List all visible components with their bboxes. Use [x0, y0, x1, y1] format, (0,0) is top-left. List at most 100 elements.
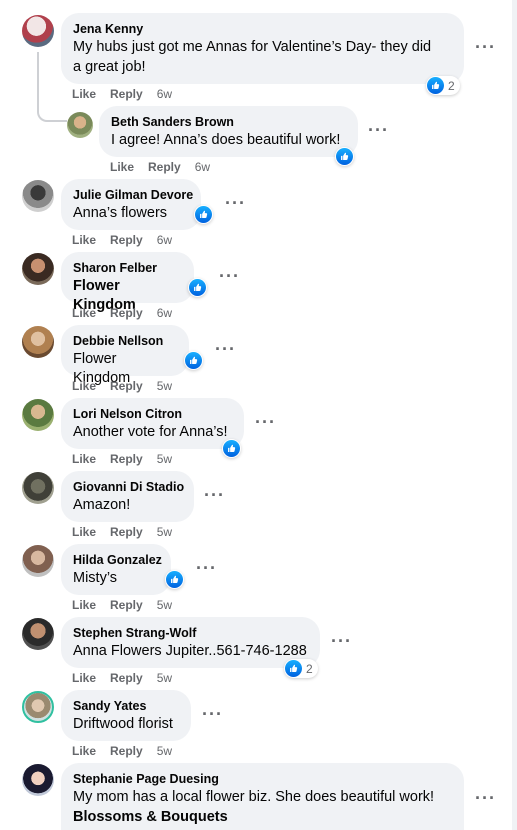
comment-author[interactable]: Beth Sanders Brown	[111, 114, 346, 130]
like-button[interactable]: Like	[72, 671, 96, 685]
comment-author[interactable]: Giovanni Di Stadio	[73, 479, 184, 495]
comment-actions: Like Reply 5w	[72, 744, 186, 758]
comment-actions: Like Reply 5w	[72, 671, 186, 685]
more-options-icon[interactable]: ···	[219, 267, 240, 285]
avatar[interactable]	[22, 691, 54, 723]
comment-author[interactable]: Stephanie Page Duesing	[73, 771, 452, 787]
comment-bubble: Julie Gilman Devore Anna’s flowers	[61, 179, 201, 230]
comment-text: Anna’s flowers	[73, 205, 168, 221]
comment-text: My hubs just got me Annas for Valentine’…	[73, 39, 432, 55]
comment-text: Another vote for Anna’s!	[73, 424, 228, 440]
comment-bubble: Stephanie Page Duesing My mom has a loca…	[61, 763, 464, 830]
timestamp[interactable]: 5w	[157, 671, 172, 685]
more-options-icon[interactable]: ···	[255, 413, 276, 431]
reaction-count[interactable]: 2	[284, 659, 318, 678]
avatar[interactable]	[22, 764, 54, 796]
reply-button[interactable]: Reply	[148, 160, 181, 174]
reply-button[interactable]: Reply	[110, 452, 143, 466]
timestamp[interactable]: 5w	[157, 379, 172, 393]
avatar[interactable]	[22, 618, 54, 650]
avatar[interactable]	[22, 472, 54, 504]
reaction-count[interactable]	[188, 278, 207, 297]
like-button[interactable]: Like	[72, 598, 96, 612]
reply-button[interactable]: Reply	[110, 525, 143, 539]
avatar[interactable]	[22, 326, 54, 358]
more-options-icon[interactable]: ···	[204, 486, 225, 504]
timestamp[interactable]: 6w	[157, 87, 172, 101]
comment-text: a great job!	[73, 59, 146, 75]
more-options-icon[interactable]: ···	[475, 38, 496, 56]
reply-button[interactable]: Reply	[110, 306, 143, 320]
like-button[interactable]: Like	[72, 379, 96, 393]
comment-actions: Like Reply 6w	[72, 87, 186, 101]
comment-text: Driftwood florist	[73, 716, 173, 732]
reaction-count[interactable]	[222, 439, 241, 458]
comment-bubble: Sharon Felber Flower Kingdom	[61, 252, 194, 313]
avatar[interactable]	[22, 253, 54, 285]
comment-author[interactable]: Hilda Gonzalez	[73, 552, 162, 568]
more-options-icon[interactable]: ···	[475, 789, 496, 807]
comment-actions: Like Reply 6w	[72, 306, 186, 320]
like-reaction-icon	[336, 148, 353, 165]
avatar[interactable]	[22, 15, 54, 47]
scrollbar-track[interactable]	[512, 0, 517, 830]
like-reaction-icon	[427, 77, 444, 94]
like-button[interactable]: Like	[72, 233, 96, 247]
avatar[interactable]	[22, 180, 54, 212]
like-button[interactable]: Like	[72, 452, 96, 466]
more-options-icon[interactable]: ···	[368, 121, 389, 139]
avatar[interactable]	[22, 545, 54, 577]
comment-text: Misty’s	[73, 570, 118, 586]
comment-author[interactable]: Stephen Strang-Wolf	[73, 625, 308, 641]
timestamp[interactable]: 6w	[195, 160, 210, 174]
reaction-count[interactable]	[165, 570, 184, 589]
avatar[interactable]	[22, 399, 54, 431]
reaction-count[interactable]	[184, 351, 203, 370]
reply-button[interactable]: Reply	[110, 744, 143, 758]
timestamp[interactable]: 6w	[157, 306, 172, 320]
reaction-count[interactable]: 2	[426, 76, 460, 95]
like-reaction-icon	[195, 206, 212, 223]
comment-author[interactable]: Jena Kenny	[73, 21, 452, 37]
like-button[interactable]: Like	[72, 306, 96, 320]
comment-actions: Like Reply 6w	[72, 233, 186, 247]
more-options-icon[interactable]: ···	[215, 340, 236, 358]
like-button[interactable]: Like	[72, 525, 96, 539]
comment-text: Amazon!	[73, 497, 131, 513]
comment-actions: Like Reply 6w	[110, 160, 224, 174]
comment-bubble: Giovanni Di Stadio Amazon!	[61, 471, 194, 522]
more-options-icon[interactable]: ···	[331, 632, 352, 650]
comment-author[interactable]: Sharon Felber	[73, 260, 182, 276]
reply-button[interactable]: Reply	[110, 233, 143, 247]
reaction-count[interactable]	[194, 205, 213, 224]
comment-bubble: Debbie Nellson Flower Kingdom	[61, 325, 189, 386]
comment-author[interactable]: Sandy Yates	[73, 698, 179, 714]
timestamp[interactable]: 6w	[157, 233, 172, 247]
like-button[interactable]: Like	[72, 744, 96, 758]
avatar[interactable]	[67, 112, 93, 138]
reply-button[interactable]: Reply	[110, 598, 143, 612]
reply-button[interactable]: Reply	[110, 379, 143, 393]
like-reaction-icon	[166, 571, 183, 588]
comment-bubble: Stephen Strang-Wolf Anna Flowers Jupiter…	[61, 617, 320, 668]
timestamp[interactable]: 5w	[157, 744, 172, 758]
like-button[interactable]: Like	[110, 160, 134, 174]
comment-text: My mom has a local flower biz. She does …	[73, 789, 435, 805]
more-options-icon[interactable]: ···	[196, 559, 217, 577]
comment-actions: Like Reply 5w	[72, 598, 186, 612]
more-options-icon[interactable]: ···	[202, 705, 223, 723]
timestamp[interactable]: 5w	[157, 452, 172, 466]
timestamp[interactable]: 5w	[157, 525, 172, 539]
timestamp[interactable]: 5w	[157, 598, 172, 612]
more-options-icon[interactable]: ···	[225, 194, 246, 212]
reaction-count[interactable]	[335, 147, 354, 166]
reply-button[interactable]: Reply	[110, 671, 143, 685]
comment-author[interactable]: Julie Gilman Devore	[73, 187, 193, 203]
reply-button[interactable]: Reply	[110, 87, 143, 101]
reaction-number: 2	[448, 78, 455, 93]
like-button[interactable]: Like	[72, 87, 96, 101]
comment-author[interactable]: Debbie Nellson	[73, 333, 177, 349]
thread-connector	[37, 96, 67, 122]
comment-actions: Like Reply 5w	[72, 452, 186, 466]
comment-author[interactable]: Lori Nelson Citron	[73, 406, 232, 422]
